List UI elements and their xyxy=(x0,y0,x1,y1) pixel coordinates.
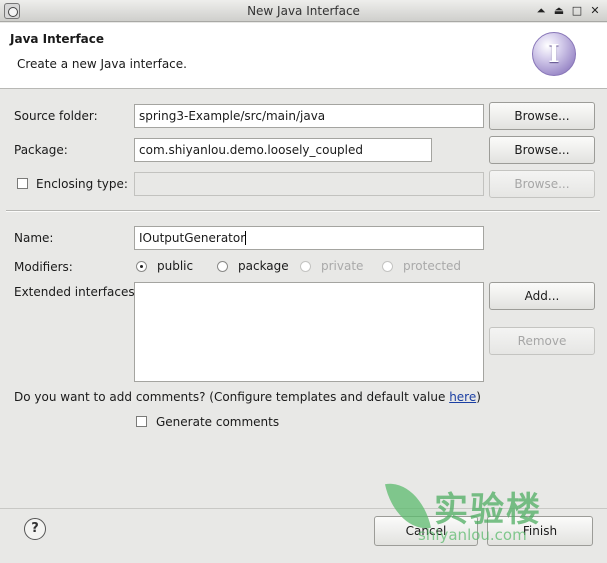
radio-icon xyxy=(300,260,311,272)
name-input[interactable]: IOutputGenerator xyxy=(134,226,484,250)
wizard-description: Create a new Java interface. xyxy=(17,57,187,71)
wizard-header: Java Interface Create a new Java interfa… xyxy=(0,23,607,89)
new-java-interface-dialog: New Java Interface ⏶ ⏏ □ ✕ Java Interfac… xyxy=(0,0,607,563)
add-interface-button[interactable]: Add... xyxy=(489,282,595,310)
radio-selected-icon[interactable] xyxy=(136,260,147,272)
modifier-protected-label: protected xyxy=(403,259,462,273)
watermark-cn-text: 实验楼 xyxy=(434,490,542,530)
text-caret xyxy=(245,231,247,245)
title-bar[interactable]: New Java Interface ⏶ ⏏ □ ✕ xyxy=(0,0,607,22)
modifier-private-label: private xyxy=(321,259,364,273)
wizard-title: Java Interface xyxy=(10,32,105,46)
shiyanlou-watermark: 实验楼 shiyanlou.com xyxy=(384,476,578,546)
enclosing-type-input xyxy=(134,172,484,196)
extended-interfaces-list[interactable] xyxy=(134,282,484,382)
generate-comments-label: Generate comments xyxy=(156,415,280,429)
enclosing-type-browse-button: Browse... xyxy=(489,170,595,198)
generate-comments-checkbox[interactable] xyxy=(136,416,147,427)
package-input[interactable]: com.shiyanlou.demo.loosely_coupled xyxy=(134,138,432,162)
modifier-protected-radio: protected xyxy=(382,259,461,273)
interface-badge-icon: I xyxy=(532,32,576,76)
comments-question-close: ) xyxy=(476,390,481,404)
source-folder-label: Source folder: xyxy=(14,109,98,123)
window-title: New Java Interface xyxy=(247,4,360,18)
modifiers-label: Modifiers: xyxy=(14,260,73,274)
package-label: Package: xyxy=(14,143,68,157)
modifier-private-radio: private xyxy=(300,259,363,273)
close-icon[interactable]: ✕ xyxy=(587,2,603,19)
modifier-public-label: public xyxy=(157,259,194,273)
radio-icon xyxy=(382,260,393,272)
name-value: IOutputGenerator xyxy=(139,231,246,245)
configure-templates-link[interactable]: here xyxy=(449,390,476,404)
shade-icon[interactable]: ⏶ xyxy=(533,2,549,19)
enclosing-type-checkbox[interactable] xyxy=(17,178,28,189)
package-browse-button[interactable]: Browse... xyxy=(489,136,595,164)
watermark-en-text: shiyanlou.com xyxy=(418,526,527,544)
name-label: Name: xyxy=(14,231,54,245)
source-folder-browse-button[interactable]: Browse... xyxy=(489,102,595,130)
maximize-icon[interactable]: □ xyxy=(569,2,585,19)
help-icon[interactable]: ? xyxy=(24,518,46,540)
modifier-package-radio[interactable]: package xyxy=(217,259,289,273)
modifier-public-radio[interactable]: public xyxy=(136,259,193,273)
comments-question-text: Do you want to add comments? (Configure … xyxy=(14,390,450,404)
remove-interface-button: Remove xyxy=(489,327,595,355)
separator xyxy=(6,210,600,212)
minimize-icon[interactable]: ⏏ xyxy=(551,2,567,19)
enclosing-type-label: Enclosing type: xyxy=(36,177,128,191)
source-folder-input[interactable]: spring3-Example/src/main/java xyxy=(134,104,484,128)
window-controls: ⏶ ⏏ □ ✕ xyxy=(533,2,603,19)
modifier-package-label: package xyxy=(238,259,289,273)
radio-icon[interactable] xyxy=(217,260,228,272)
comments-question: Do you want to add comments? (Configure … xyxy=(14,390,481,404)
extended-interfaces-label: Extended interfaces: xyxy=(14,285,139,299)
